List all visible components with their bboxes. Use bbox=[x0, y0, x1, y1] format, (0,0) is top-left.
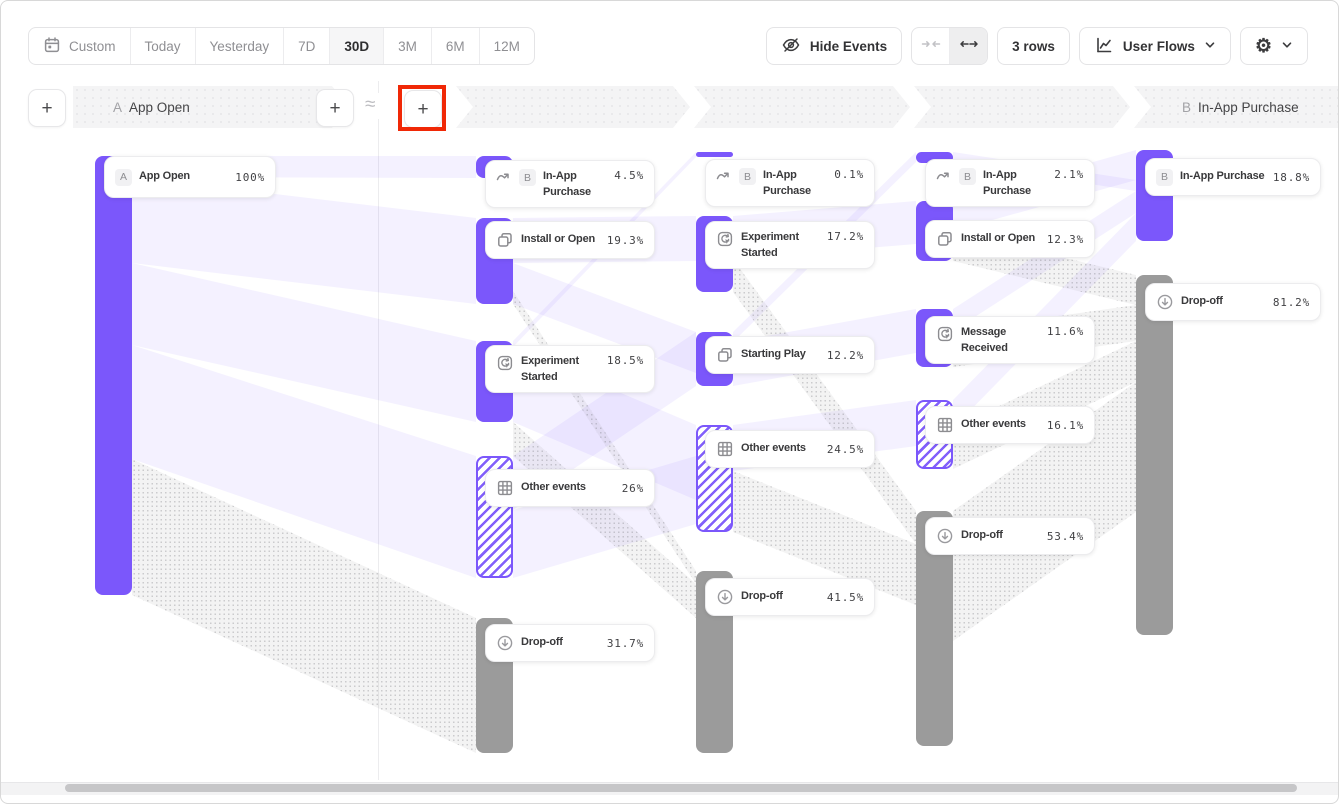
flow-node-label: Install or Open bbox=[961, 231, 1035, 247]
flow-node-percent: 12.2% bbox=[827, 349, 864, 362]
experiment-icon bbox=[716, 230, 734, 248]
flow-node-percent: 31.7% bbox=[607, 637, 644, 650]
event-letter-badge: A bbox=[115, 169, 132, 186]
flow-node-bar-in-app-purchase[interactable] bbox=[696, 152, 733, 157]
user-flows-report: Custom Today Yesterday 7D 30D 3M 6M 12M … bbox=[0, 0, 1339, 804]
squares-icon bbox=[716, 346, 734, 364]
flow-node-percent: 16.1% bbox=[1047, 419, 1084, 432]
approx-symbol: ≈ bbox=[365, 94, 375, 116]
trend-icon bbox=[496, 169, 512, 185]
flow-node-card-drop-off[interactable]: Drop-off 41.5% bbox=[705, 578, 875, 616]
grid-icon bbox=[496, 479, 514, 497]
experiment-icon bbox=[936, 325, 954, 343]
flow-node-card-other-events[interactable]: Other events 24.5% bbox=[705, 430, 875, 468]
flow-node-percent: 26% bbox=[622, 482, 644, 495]
flow-node-card-in-app-purchase[interactable]: B In-App Purchase 18.8% bbox=[1145, 158, 1321, 196]
flow-node-label: App Open bbox=[139, 169, 190, 185]
flow-node-card-experiment-started[interactable]: Experiment Started 18.5% bbox=[485, 345, 655, 393]
flow-node-card-other-events[interactable]: Other events 26% bbox=[485, 469, 655, 507]
dropoff-icon bbox=[496, 634, 514, 652]
flow-node-label: Other events bbox=[521, 480, 586, 496]
flow-node-percent: 41.5% bbox=[827, 591, 864, 604]
event-letter-badge: B bbox=[959, 168, 976, 185]
flow-node-percent: 0.1% bbox=[834, 168, 864, 181]
flow-node-card-message-received[interactable]: Message Received 11.6% bbox=[925, 316, 1095, 364]
flow-node-card-starting-play[interactable]: Starting Play 12.2% bbox=[705, 336, 875, 374]
flows-sankey-canvas: A App Open 100% B In-App Purchase 4.5% Install… bbox=[1, 1, 1338, 803]
flow-node-label: In-App Purchase bbox=[543, 169, 607, 201]
flow-node-label: Starting Play bbox=[741, 347, 806, 363]
flow-node-percent: 81.2% bbox=[1273, 296, 1310, 309]
flow-node-card-install-or-open[interactable]: Install or Open 12.3% bbox=[925, 220, 1095, 258]
flow-node-card-in-app-purchase[interactable]: B In-App Purchase 4.5% bbox=[485, 160, 655, 208]
flow-node-percent: 24.5% bbox=[827, 443, 864, 456]
flow-node-label: Install or Open bbox=[521, 232, 595, 248]
dropoff-icon bbox=[716, 588, 734, 606]
flow-node-label: Experiment Started bbox=[521, 354, 599, 386]
flow-node-card-drop-off[interactable]: Drop-off 53.4% bbox=[925, 517, 1095, 555]
flow-node-card-install-or-open[interactable]: Install or Open 19.3% bbox=[485, 221, 655, 259]
flow-node-label: Drop-off bbox=[741, 589, 783, 605]
flow-node-label: In-App Purchase bbox=[983, 168, 1047, 200]
grid-icon bbox=[716, 440, 734, 458]
flow-node-percent: 18.5% bbox=[607, 354, 644, 367]
experiment-icon bbox=[496, 354, 514, 372]
flow-node-card-app-open[interactable]: A App Open 100% bbox=[104, 156, 276, 198]
flow-node-card-drop-off[interactable]: Drop-off 81.2% bbox=[1145, 283, 1321, 321]
flow-node-label: Drop-off bbox=[1181, 294, 1223, 310]
grid-icon bbox=[936, 416, 954, 434]
event-letter-badge: B bbox=[519, 169, 536, 186]
trend-icon bbox=[936, 168, 952, 184]
dropoff-icon bbox=[936, 527, 954, 545]
flow-node-bar-drop-off[interactable] bbox=[1136, 275, 1173, 635]
event-letter-badge: B bbox=[1156, 169, 1173, 186]
flow-node-label: Experiment Started bbox=[741, 230, 819, 262]
dropoff-icon bbox=[1156, 293, 1174, 311]
flow-node-card-other-events[interactable]: Other events 16.1% bbox=[925, 406, 1095, 444]
trend-icon bbox=[716, 168, 732, 184]
flow-node-card-in-app-purchase[interactable]: B In-App Purchase 2.1% bbox=[925, 159, 1095, 207]
flow-node-label: In-App Purchase bbox=[763, 168, 827, 200]
flow-node-label: Drop-off bbox=[961, 528, 1003, 544]
flow-node-label: Drop-off bbox=[521, 635, 563, 651]
squares-icon bbox=[936, 230, 954, 248]
flow-node-label: Other events bbox=[741, 441, 806, 457]
flow-node-percent: 100% bbox=[235, 171, 265, 184]
flow-node-percent: 53.4% bbox=[1047, 530, 1084, 543]
flow-node-bar-app-open[interactable] bbox=[95, 156, 132, 595]
flow-node-label: Other events bbox=[961, 417, 1026, 433]
flow-node-label: Message Received bbox=[961, 325, 1039, 357]
flow-node-percent: 12.3% bbox=[1047, 233, 1084, 246]
flow-node-percent: 17.2% bbox=[827, 230, 864, 243]
flow-node-percent: 19.3% bbox=[607, 234, 644, 247]
horizontal-scrollbar-thumb[interactable] bbox=[65, 784, 1297, 792]
event-letter-badge: B bbox=[739, 168, 756, 185]
flow-node-percent: 4.5% bbox=[614, 169, 644, 182]
flow-node-percent: 2.1% bbox=[1054, 168, 1084, 181]
flow-node-percent: 18.8% bbox=[1273, 171, 1310, 184]
flow-node-card-experiment-started[interactable]: Experiment Started 17.2% bbox=[705, 221, 875, 269]
flow-node-label: In-App Purchase bbox=[1180, 169, 1264, 185]
target-highlight-box bbox=[398, 85, 446, 131]
squares-icon bbox=[496, 231, 514, 249]
flow-node-card-in-app-purchase[interactable]: B In-App Purchase 0.1% bbox=[705, 159, 875, 207]
flow-node-card-drop-off[interactable]: Drop-off 31.7% bbox=[485, 624, 655, 662]
flow-node-percent: 11.6% bbox=[1047, 325, 1084, 338]
